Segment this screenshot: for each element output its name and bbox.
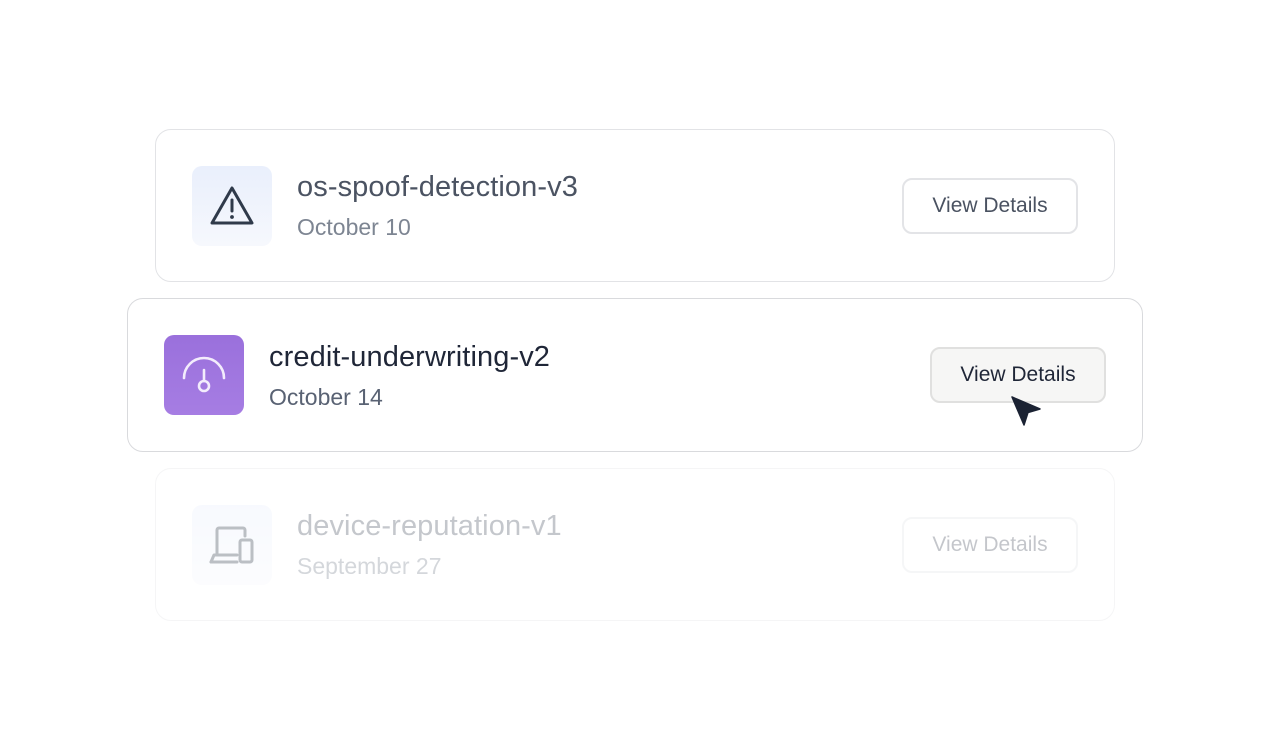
gauge-icon (164, 335, 244, 415)
item-text: credit-underwriting-v2 October 14 (269, 340, 550, 411)
list-item[interactable]: credit-underwriting-v2 October 14 View D… (127, 298, 1143, 452)
item-title: os-spoof-detection-v3 (297, 171, 578, 203)
item-text: os-spoof-detection-v3 October 10 (297, 170, 578, 241)
devices-icon (192, 504, 272, 585)
warning-triangle-icon (192, 165, 272, 246)
item-text: device-reputation-v1 September 27 (297, 509, 562, 580)
item-title: device-reputation-v1 (297, 510, 562, 542)
item-date: October 14 (269, 383, 383, 410)
mouse-pointer-icon (1010, 394, 1044, 428)
view-details-button[interactable]: View Details (902, 517, 1078, 573)
list-item[interactable]: device-reputation-v1 September 27 View D… (155, 468, 1115, 621)
item-date: September 27 (297, 553, 442, 579)
list-item[interactable]: os-spoof-detection-v3 October 10 View De… (155, 129, 1115, 282)
item-title: credit-underwriting-v2 (269, 340, 551, 373)
item-date: October 10 (297, 214, 411, 240)
model-list: os-spoof-detection-v3 October 10 View De… (0, 0, 1268, 752)
view-details-button[interactable]: View Details (902, 178, 1078, 234)
